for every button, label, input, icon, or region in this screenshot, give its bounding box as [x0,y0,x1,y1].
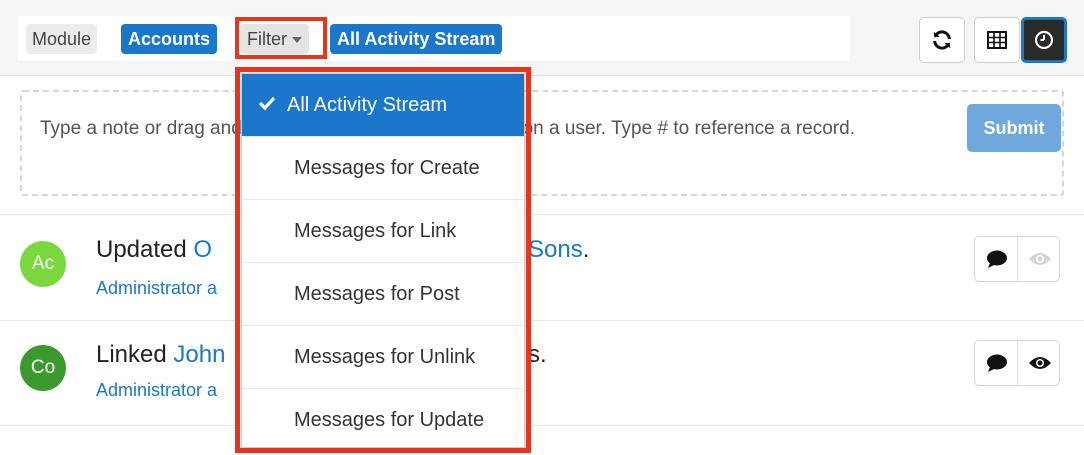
activity-record-link[interactable]: John [173,341,225,368]
module-value-chip[interactable]: Accounts [121,24,218,54]
preview-button[interactable] [1018,341,1061,385]
filter-value-chip[interactable]: All Activity Stream [330,24,503,54]
activity-title: Linked John [96,341,225,369]
module-label: Module [26,24,98,54]
filter-highlight-box [235,17,327,59]
eye-icon [1028,253,1051,265]
activity-action: Linked [96,341,167,368]
filter-bar[interactable]: Module Accounts Filter All Activity Stre… [18,16,850,61]
table-icon [987,31,1007,49]
dropdown-highlight-box [235,67,531,453]
activity-actions [974,340,1060,386]
divider [0,320,1084,321]
note-composer[interactable]: Type a note or drag and drop a file here… [20,90,1064,196]
activity-actions [974,236,1060,282]
activity-toolbar: Module Accounts Filter All Activity Stre… [0,0,1084,76]
activity-author[interactable]: Administrator a [96,278,217,299]
preview-button[interactable] [1018,237,1061,281]
submit-button[interactable]: Submit [967,104,1061,152]
comment-button[interactable] [975,237,1018,281]
activity-author[interactable]: Administrator a [96,380,217,401]
activity-title-tail: Sons. [528,236,589,264]
activity-title: Updated O [96,236,212,264]
activity-action: Updated [96,236,187,263]
divider [0,425,1084,426]
activity-stream-button[interactable] [1021,17,1067,63]
eye-icon [1028,357,1051,369]
avatar: Ac [20,241,66,287]
comment-icon [986,250,1007,268]
activity-record-link-tail[interactable]: Sons [528,236,583,263]
comment-button[interactable] [975,341,1018,385]
comment-icon [986,354,1007,372]
refresh-button[interactable] [919,17,965,63]
activity-record-link[interactable]: O [193,236,212,263]
divider [0,214,1084,215]
refresh-icon [933,30,951,50]
activity-suffix: . [582,236,590,263]
clock-icon [1034,30,1054,50]
list-view-button[interactable] [974,17,1020,63]
avatar: Co [20,345,66,391]
